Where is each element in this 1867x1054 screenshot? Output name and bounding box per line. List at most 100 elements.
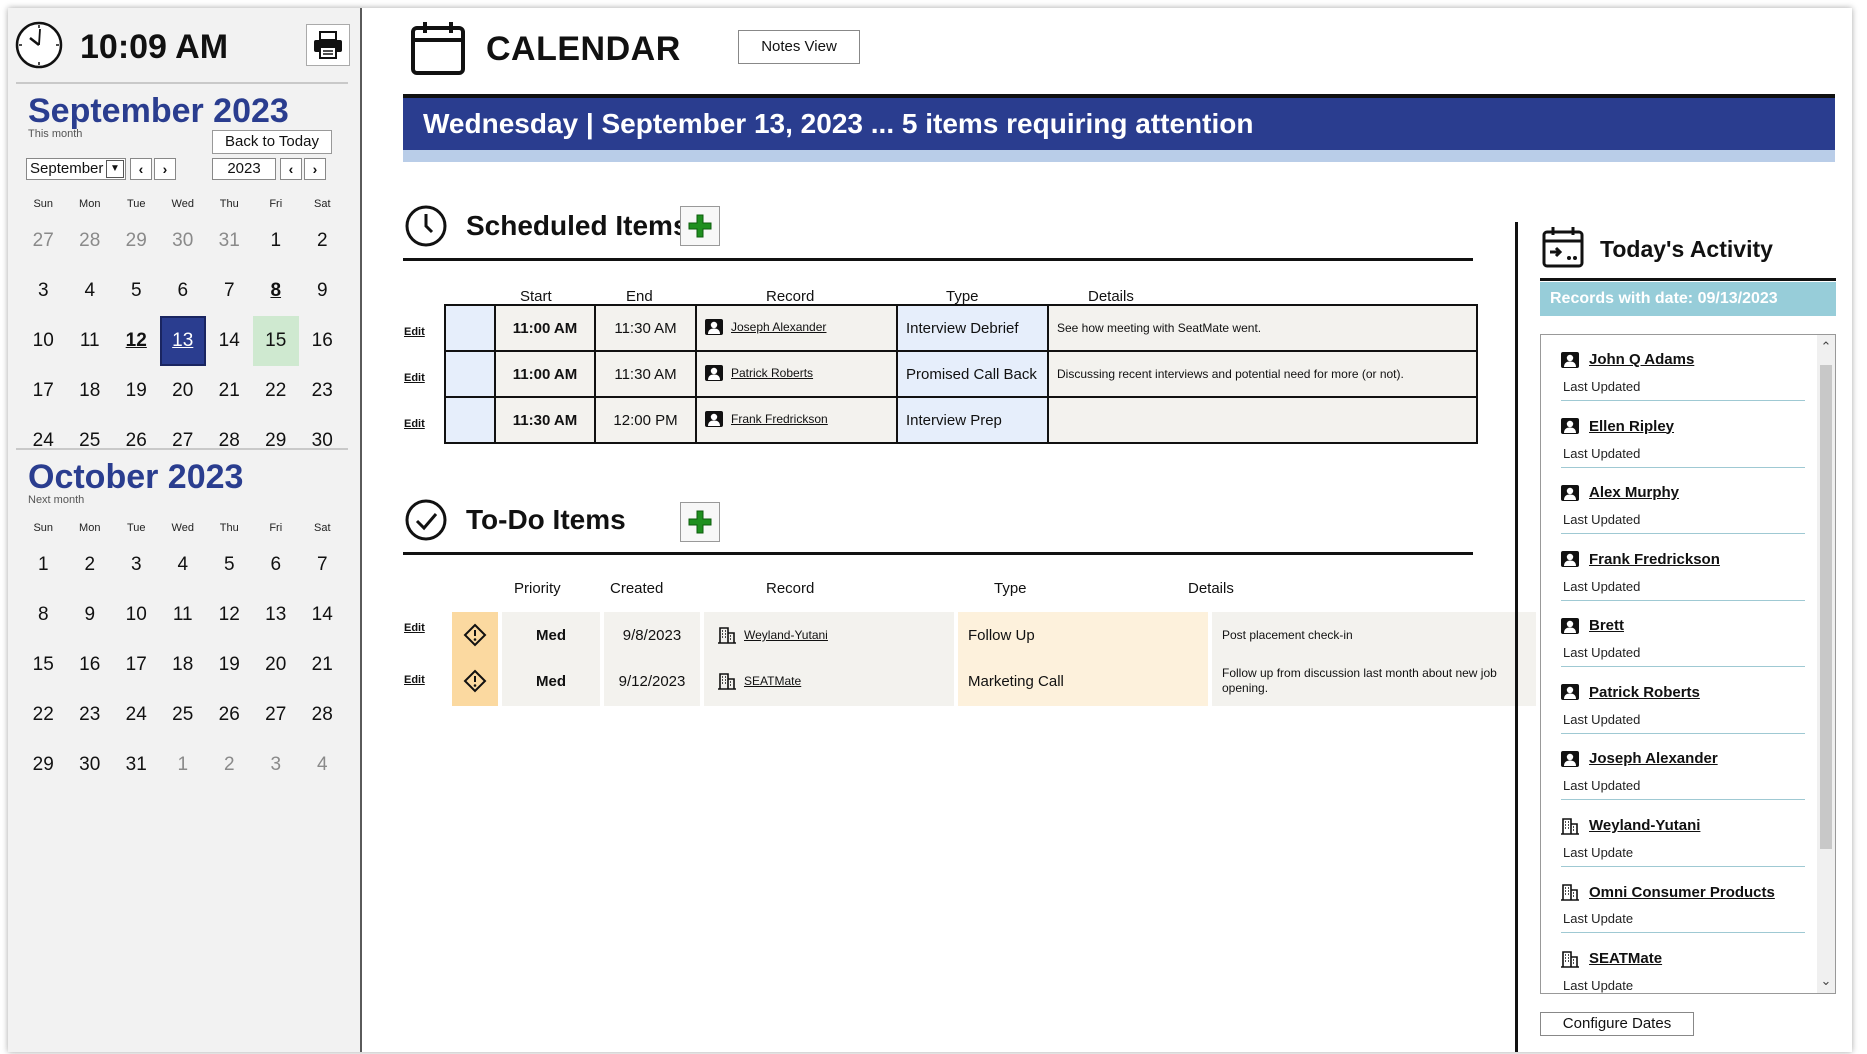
day-cell[interactable]: 7 [299, 540, 346, 590]
day-cell[interactable]: 8 [253, 266, 300, 316]
list-item[interactable]: Omni Consumer Products Last Update [1561, 867, 1805, 933]
day-cell[interactable]: 28 [299, 690, 346, 740]
edit-link[interactable]: Edit [404, 372, 425, 384]
prev-year-button[interactable]: ‹ [280, 158, 302, 180]
day-cell[interactable]: 12 [206, 590, 253, 640]
day-cell[interactable]: 19 [206, 640, 253, 690]
day-cell[interactable]: 17 [20, 366, 67, 416]
record-name[interactable]: Frank Fredrickson [1589, 551, 1720, 568]
day-cell[interactable]: 15 [20, 640, 67, 690]
record-name[interactable]: Frank Fredrickson [731, 412, 828, 426]
back-to-today-button[interactable]: Back to Today [212, 130, 332, 154]
activity-record-link[interactable]: SEATMate [1561, 950, 1662, 968]
day-cell[interactable]: 18 [67, 366, 114, 416]
day-cell[interactable]: 14 [206, 316, 253, 366]
day-cell[interactable]: 22 [20, 690, 67, 740]
day-cell[interactable]: 12 [113, 316, 160, 366]
day-cell[interactable]: 11 [160, 590, 207, 640]
record-name[interactable]: John Q Adams [1589, 351, 1694, 368]
scroll-thumb[interactable] [1820, 365, 1832, 849]
record-link[interactable]: Frank Fredrickson [705, 410, 828, 427]
day-cell[interactable]: 4 [160, 540, 207, 590]
record-name[interactable]: Weyland-Yutani [1589, 817, 1700, 834]
day-cell[interactable]: 3 [20, 266, 67, 316]
day-cell[interactable]: 27 [20, 216, 67, 266]
day-cell[interactable]: 10 [20, 316, 67, 366]
print-button[interactable] [306, 24, 350, 66]
day-cell[interactable]: 13 [253, 590, 300, 640]
day-cell[interactable]: 14 [299, 590, 346, 640]
list-item[interactable]: Ellen Ripley Last Updated [1561, 402, 1805, 468]
day-cell[interactable]: 11 [67, 316, 114, 366]
record-name[interactable]: Patrick Roberts [731, 366, 813, 380]
activity-record-link[interactable]: Patrick Roberts [1561, 684, 1700, 701]
activity-list[interactable]: John Q Adams Last Updated Ellen Ripley Last… [1540, 334, 1836, 994]
list-item[interactable]: Patrick Roberts Last Updated [1561, 668, 1805, 734]
day-cell[interactable]: 31 [113, 740, 160, 790]
year-input[interactable]: 2023 [212, 158, 276, 180]
record-name[interactable]: SEATMate [744, 674, 801, 688]
record-name[interactable]: Brett [1589, 617, 1624, 634]
day-cell[interactable]: 4 [299, 740, 346, 790]
day-cell[interactable]: 31 [206, 216, 253, 266]
day-cell[interactable]: 4 [67, 266, 114, 316]
activity-record-link[interactable]: Weyland-Yutani [1561, 817, 1700, 835]
list-item[interactable]: Weyland-Yutani Last Update [1561, 801, 1805, 867]
activity-record-link[interactable]: Omni Consumer Products [1561, 883, 1775, 901]
day-cell[interactable]: 18 [160, 640, 207, 690]
scroll-up-icon[interactable]: ⌃ [1817, 337, 1835, 357]
day-cell[interactable]: 24 [113, 690, 160, 740]
activity-record-link[interactable]: Frank Fredrickson [1561, 551, 1720, 568]
day-cell[interactable]: 29 [20, 740, 67, 790]
day-cell[interactable]: 6 [253, 540, 300, 590]
day-cell[interactable]: 19 [113, 366, 160, 416]
day-cell[interactable]: 21 [299, 640, 346, 690]
day-cell[interactable]: 30 [160, 216, 207, 266]
day-cell[interactable]: 20 [160, 366, 207, 416]
scroll-down-icon[interactable]: ⌄ [1817, 971, 1835, 991]
list-item[interactable]: John Q Adams Last Updated [1561, 335, 1805, 401]
day-cell[interactable]: 21 [206, 366, 253, 416]
record-name[interactable]: Ellen Ripley [1589, 418, 1674, 435]
prev-month-button[interactable]: ‹ [130, 158, 152, 180]
day-cell[interactable]: 1 [160, 740, 207, 790]
next-year-button[interactable]: › [304, 158, 326, 180]
activity-record-link[interactable]: Ellen Ripley [1561, 418, 1674, 435]
day-cell[interactable]: 5 [206, 540, 253, 590]
day-cell[interactable]: 8 [20, 590, 67, 640]
day-cell[interactable]: 29 [113, 216, 160, 266]
activity-record-link[interactable]: John Q Adams [1561, 351, 1694, 368]
day-cell[interactable]: 5 [113, 266, 160, 316]
notes-view-button[interactable]: Notes View [738, 30, 860, 64]
record-name[interactable]: Joseph Alexander [731, 320, 826, 334]
day-cell[interactable]: 13 [159, 316, 206, 366]
edit-link[interactable]: Edit [404, 418, 425, 430]
day-cell[interactable]: 2 [206, 740, 253, 790]
day-cell[interactable]: 2 [299, 216, 346, 266]
day-cell[interactable]: 17 [113, 640, 160, 690]
day-cell[interactable]: 23 [299, 366, 346, 416]
list-item[interactable]: Alex Murphy Last Updated [1561, 468, 1805, 534]
day-cell[interactable]: 16 [67, 640, 114, 690]
day-cell[interactable]: 10 [113, 590, 160, 640]
record-name[interactable]: Patrick Roberts [1589, 684, 1700, 701]
table-row[interactable]: 11:00 AM 11:30 AM Patrick Roberts Promised … [444, 350, 1478, 398]
day-cell[interactable]: 28 [67, 216, 114, 266]
day-cell[interactable]: 22 [253, 366, 300, 416]
record-name[interactable]: Weyland-Yutani [744, 628, 828, 642]
list-item[interactable]: Joseph Alexander Last Updated [1561, 734, 1805, 800]
edit-link[interactable]: Edit [404, 674, 425, 686]
activity-record-link[interactable]: Joseph Alexander [1561, 750, 1718, 767]
day-cell[interactable]: 7 [206, 266, 253, 316]
activity-record-link[interactable]: Brett [1561, 617, 1624, 634]
day-cell[interactable]: 3 [253, 740, 300, 790]
record-link[interactable]: Patrick Roberts [705, 364, 813, 381]
list-item[interactable]: Brett Last Updated [1561, 601, 1805, 667]
list-item[interactable]: SEATMate Last Update [1561, 934, 1805, 994]
record-name[interactable]: Omni Consumer Products [1589, 884, 1775, 901]
record-link[interactable]: Weyland-Yutani [718, 626, 828, 644]
month-select[interactable]: September ▼ [26, 158, 126, 180]
day-cell[interactable]: 27 [253, 690, 300, 740]
day-cell[interactable]: 26 [206, 690, 253, 740]
day-cell[interactable]: 16 [299, 316, 346, 366]
